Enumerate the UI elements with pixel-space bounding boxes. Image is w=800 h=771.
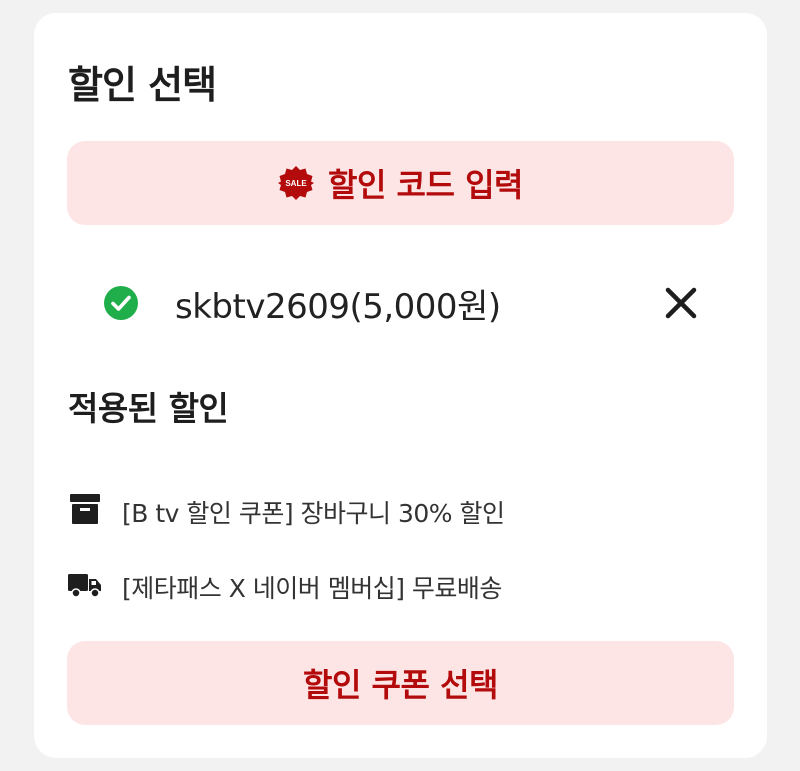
select-discount-coupon-label: 할인 쿠폰 선택 bbox=[303, 666, 498, 704]
sale-badge-icon: SALE bbox=[278, 166, 315, 200]
enter-discount-code-label: 할인 코드 입력 bbox=[328, 166, 523, 204]
discount-selection-panel: 할인 선택 SALE 할인 코드 입력 skbtv2609(5,000원) 적용… bbox=[34, 13, 767, 758]
coupon-box-icon bbox=[70, 494, 100, 524]
close-icon[interactable] bbox=[661, 283, 701, 323]
applied-code-text: skbtv2609(5,000원) bbox=[175, 287, 501, 327]
applied-discount-item: [B tv 할인 쿠폰] 장바구니 30% 할인 bbox=[68, 489, 728, 529]
select-discount-coupon-button[interactable]: 할인 쿠폰 선택 bbox=[67, 641, 734, 725]
sale-badge-text: SALE bbox=[285, 179, 307, 188]
panel-title: 할인 선택 bbox=[68, 63, 217, 107]
applied-discount-text: [제타패스 X 네이버 멤버십] 무료배송 bbox=[122, 574, 502, 603]
applied-discount-item: [제타패스 X 네이버 멤버십] 무료배송 bbox=[68, 564, 728, 604]
truck-icon bbox=[68, 574, 101, 598]
applied-code-row: skbtv2609(5,000원) bbox=[67, 263, 734, 343]
applied-discount-text: [B tv 할인 쿠폰] 장바구니 30% 할인 bbox=[122, 499, 505, 528]
applied-discounts-title: 적용된 할인 bbox=[68, 389, 229, 428]
enter-discount-code-button[interactable]: SALE 할인 코드 입력 bbox=[67, 141, 734, 225]
check-circle-icon bbox=[104, 286, 138, 320]
